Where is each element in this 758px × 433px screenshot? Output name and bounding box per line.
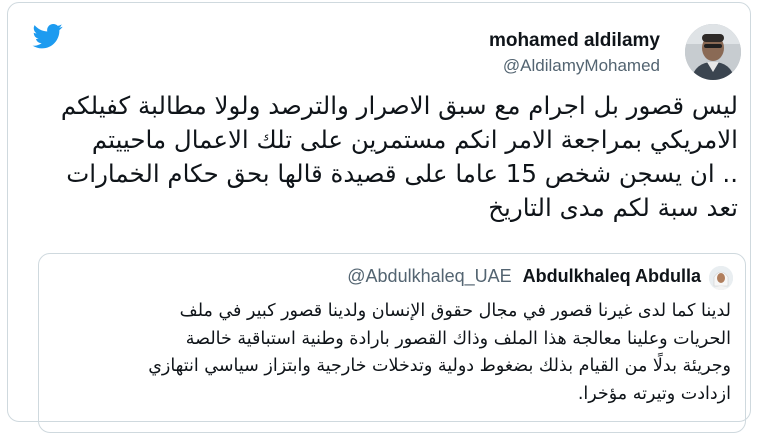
tweet-text: ليس قصور بل اجرام مع سبق الاصرار والترصد… — [38, 89, 738, 225]
quoted-text-line: الحريات وعلينا معالجة هذا الملف وذاك الق… — [185, 328, 731, 349]
quoted-author: @Abdulkhaleq_UAE Abdulkhaleq Abdulla — [347, 266, 701, 287]
avatar-image — [685, 24, 741, 80]
quoted-text-line: ازدادت وتيرته مؤخرا. — [577, 383, 731, 404]
author-name[interactable]: mohamed aldilamy — [489, 30, 660, 52]
quoted-text-line: وجريئة بدلًا من القيام بذلك بضغوط دولية … — [148, 356, 731, 376]
tweet-text-line: ليس قصور بل اجرام مع سبق الاصرار والترصد… — [60, 91, 738, 120]
tweet-text-line: الامريكي بمراجعة الامر انكم مستمرين على … — [91, 125, 738, 154]
tweet-card[interactable]: mohamed aldilamy @AldilamyMohamed ليس قص… — [7, 2, 751, 433]
quoted-tweet-text: لدينا كما لدى غيرنا قصور في مجال حقوق ال… — [49, 298, 731, 408]
quoted-author-handle[interactable]: @Abdulkhaleq_UAE — [347, 266, 511, 286]
tweet-text-line: .. ان يسجن شخص 15 عاما على قصيدة قالها ب… — [66, 159, 738, 188]
author-avatar[interactable] — [685, 24, 741, 80]
author-handle[interactable]: @AldilamyMohamed — [503, 56, 660, 76]
quoted-author-name[interactable]: Abdulkhaleq Abdulla — [523, 266, 701, 286]
tweet-text-line: تعد سبة لكم مدى التاريخ — [488, 193, 738, 222]
quoted-author-avatar[interactable] — [709, 266, 733, 290]
quoted-text-line: لدينا كما لدى غيرنا قصور في مجال حقوق ال… — [179, 301, 731, 321]
avatar-image — [709, 266, 733, 290]
twitter-bird-icon[interactable] — [31, 21, 65, 51]
quoted-tweet[interactable]: @Abdulkhaleq_UAE Abdulkhaleq Abdulla لدي… — [38, 253, 746, 433]
